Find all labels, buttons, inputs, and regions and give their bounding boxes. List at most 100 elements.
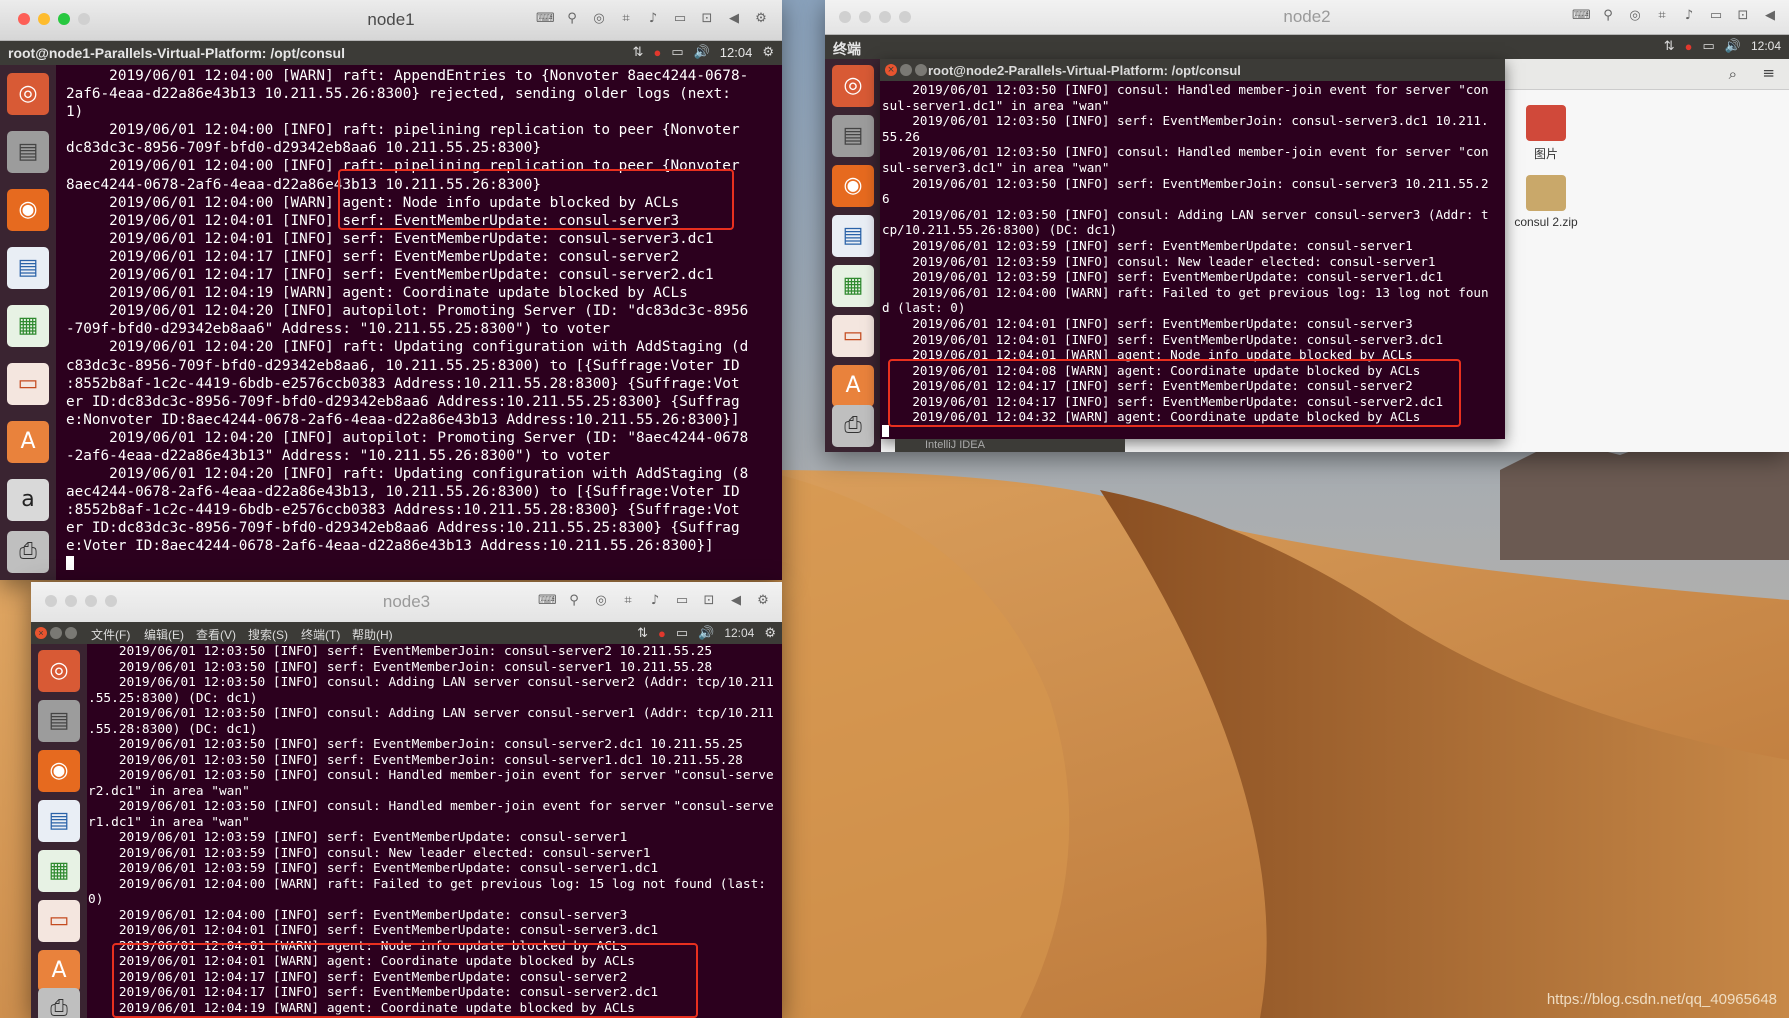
folder-share-icon[interactable]: ⊡ <box>698 11 716 27</box>
gear-icon[interactable]: ⚙ <box>754 593 772 609</box>
keyboard-icon[interactable]: ⌨ <box>1572 8 1591 24</box>
node3-terminal[interactable]: 2019/06/01 12:03:50 [INFO] serf: EventMe… <box>88 644 782 1018</box>
network-arrows-icon[interactable]: ⇅ <box>633 44 644 60</box>
terminal-line: 2019/06/01 12:04:00 [INFO] serf: EventMe… <box>88 907 628 923</box>
scanner-icon[interactable]: ⎙ <box>7 531 49 573</box>
minimize-icon[interactable] <box>900 64 912 76</box>
update-icon[interactable]: ● <box>653 45 661 60</box>
usb-icon[interactable]: ⚲ <box>563 11 581 27</box>
network-icon[interactable]: ⌗ <box>617 11 635 27</box>
update-icon[interactable]: ● <box>1685 39 1693 54</box>
update-icon[interactable]: ● <box>658 626 666 641</box>
terminal-line: 2019/06/01 12:03:50 [INFO] serf: EventMe… <box>88 737 743 752</box>
firefox-icon[interactable]: ◉ <box>7 189 49 231</box>
back-icon[interactable]: ◀ <box>725 11 743 27</box>
minimize-icon[interactable] <box>50 627 62 639</box>
scanner-icon[interactable]: ⎙ <box>832 405 874 447</box>
calc-icon[interactable]: ▦ <box>832 265 874 307</box>
printer-icon[interactable]: ▭ <box>671 11 689 27</box>
volume-icon[interactable]: 🔊 <box>694 44 710 60</box>
scanner-icon[interactable]: ⎙ <box>38 988 80 1018</box>
terminal-line: 55.26 <box>882 128 920 144</box>
network-arrows-icon[interactable]: ⇅ <box>1664 38 1675 54</box>
volume-icon[interactable]: 🔊 <box>1725 38 1741 54</box>
maximize-icon[interactable] <box>915 64 927 76</box>
terminal-cursor <box>66 555 778 574</box>
power-gear-icon[interactable]: ⚙ <box>764 625 776 641</box>
sound-icon[interactable]: ♪ <box>644 11 662 27</box>
menu-file[interactable]: 文件(F) <box>91 626 130 643</box>
back-icon[interactable]: ◀ <box>727 593 745 609</box>
close-icon[interactable]: × <box>35 627 47 639</box>
maximize-icon[interactable] <box>65 627 77 639</box>
terminal-line: 2019/06/01 12:04:00 [WARN] agent: Node i… <box>66 194 680 211</box>
menu-view[interactable]: 查看(V) <box>196 626 236 643</box>
amazon-icon[interactable]: a <box>7 479 49 521</box>
back-icon[interactable]: ◀ <box>1761 8 1779 24</box>
node1-terminal[interactable]: 2019/06/01 12:04:00 [WARN] raft: AppendE… <box>66 67 778 577</box>
files-icon[interactable]: ▤ <box>38 700 80 742</box>
search-icon[interactable]: ⌕ <box>1729 65 1737 83</box>
usb-icon[interactable]: ⚲ <box>1599 8 1617 24</box>
menu-terminal[interactable]: 终端(T) <box>301 626 340 643</box>
writer-icon[interactable]: ▤ <box>38 800 80 842</box>
menu-icon[interactable]: ≡ <box>1762 64 1775 82</box>
ubuntu-dash-icon[interactable]: ◎ <box>38 650 80 692</box>
sound-icon[interactable]: ♪ <box>646 593 664 609</box>
impress-icon[interactable]: ▭ <box>7 363 49 405</box>
file-item[interactable]: consul 2.zip <box>1498 175 1594 229</box>
printer-icon[interactable]: ▭ <box>1707 8 1725 24</box>
dock-item[interactable]: IntelliJ IDEA <box>895 439 1125 452</box>
software-center-icon[interactable]: A <box>38 950 80 992</box>
file-item[interactable]: 图片 <box>1506 105 1586 162</box>
terminal-line: -2af6-4eaa-d22a86e43b13" Address: "10.21… <box>66 447 611 464</box>
files-icon[interactable]: ▤ <box>832 115 874 157</box>
clock[interactable]: 12:04 <box>1751 39 1781 53</box>
writer-icon[interactable]: ▤ <box>7 247 49 289</box>
sound-icon[interactable]: ♪ <box>1680 8 1698 24</box>
terminal-line: 2019/06/01 12:04:32 [WARN] agent: Coordi… <box>882 409 1421 425</box>
software-center-icon[interactable]: A <box>832 365 874 407</box>
software-center-icon[interactable]: A <box>7 421 49 463</box>
clock[interactable]: 12:04 <box>720 45 753 60</box>
cd-icon[interactable]: ◎ <box>1626 8 1644 24</box>
impress-icon[interactable]: ▭ <box>38 900 80 942</box>
clock[interactable]: 12:04 <box>724 626 754 640</box>
node2-terminal[interactable]: 2019/06/01 12:03:50 [INFO] consul: Handl… <box>882 82 1503 437</box>
battery-icon[interactable]: ▭ <box>676 625 688 641</box>
network-icon[interactable]: ⌗ <box>619 593 637 609</box>
cd-icon[interactable]: ◎ <box>592 593 610 609</box>
network-arrows-icon[interactable]: ⇅ <box>637 625 648 641</box>
menu-help[interactable]: 帮助(H) <box>352 626 393 643</box>
calc-icon[interactable]: ▦ <box>7 305 49 347</box>
cd-icon[interactable]: ◎ <box>590 11 608 27</box>
keyboard-icon[interactable]: ⌨ <box>538 593 557 609</box>
writer-icon[interactable]: ▤ <box>832 215 874 257</box>
firefox-icon[interactable]: ◉ <box>38 750 80 792</box>
ubuntu-dash-icon[interactable]: ◎ <box>832 65 874 107</box>
files-icon[interactable]: ▤ <box>7 131 49 173</box>
gear-icon[interactable]: ⚙ <box>752 11 770 27</box>
menu-edit[interactable]: 编辑(E) <box>144 626 184 643</box>
terminal-cursor <box>882 425 1503 437</box>
calc-icon[interactable]: ▦ <box>38 850 80 892</box>
folder-share-icon[interactable]: ⊡ <box>700 593 718 609</box>
firefox-icon[interactable]: ◉ <box>832 165 874 207</box>
usb-icon[interactable]: ⚲ <box>565 593 583 609</box>
terminal-line: 2019/06/01 12:04:08 [WARN] agent: Coordi… <box>882 362 1421 378</box>
power-gear-icon[interactable]: ⚙ <box>762 44 774 60</box>
menu-search[interactable]: 搜索(S) <box>248 626 288 643</box>
terminal-line: 2019/06/01 12:04:17 [INFO] serf: EventMe… <box>66 267 714 284</box>
keyboard-icon[interactable]: ⌨ <box>536 11 555 27</box>
volume-icon[interactable]: 🔊 <box>698 625 714 641</box>
impress-icon[interactable]: ▭ <box>832 315 874 357</box>
ubuntu-dash-icon[interactable]: ◎ <box>7 73 49 115</box>
terminal-line: er ID:dc83dc3c-8956-709f-bfd0-d29342eb8a… <box>66 520 740 537</box>
network-icon[interactable]: ⌗ <box>1653 8 1671 24</box>
battery-icon[interactable]: ▭ <box>671 44 683 60</box>
battery-icon[interactable]: ▭ <box>1702 38 1714 54</box>
terminal-line: 2019/06/01 12:03:59 [INFO] serf: EventMe… <box>88 830 628 845</box>
folder-share-icon[interactable]: ⊡ <box>1734 8 1752 24</box>
close-icon[interactable]: × <box>885 64 897 76</box>
printer-icon[interactable]: ▭ <box>673 593 691 609</box>
